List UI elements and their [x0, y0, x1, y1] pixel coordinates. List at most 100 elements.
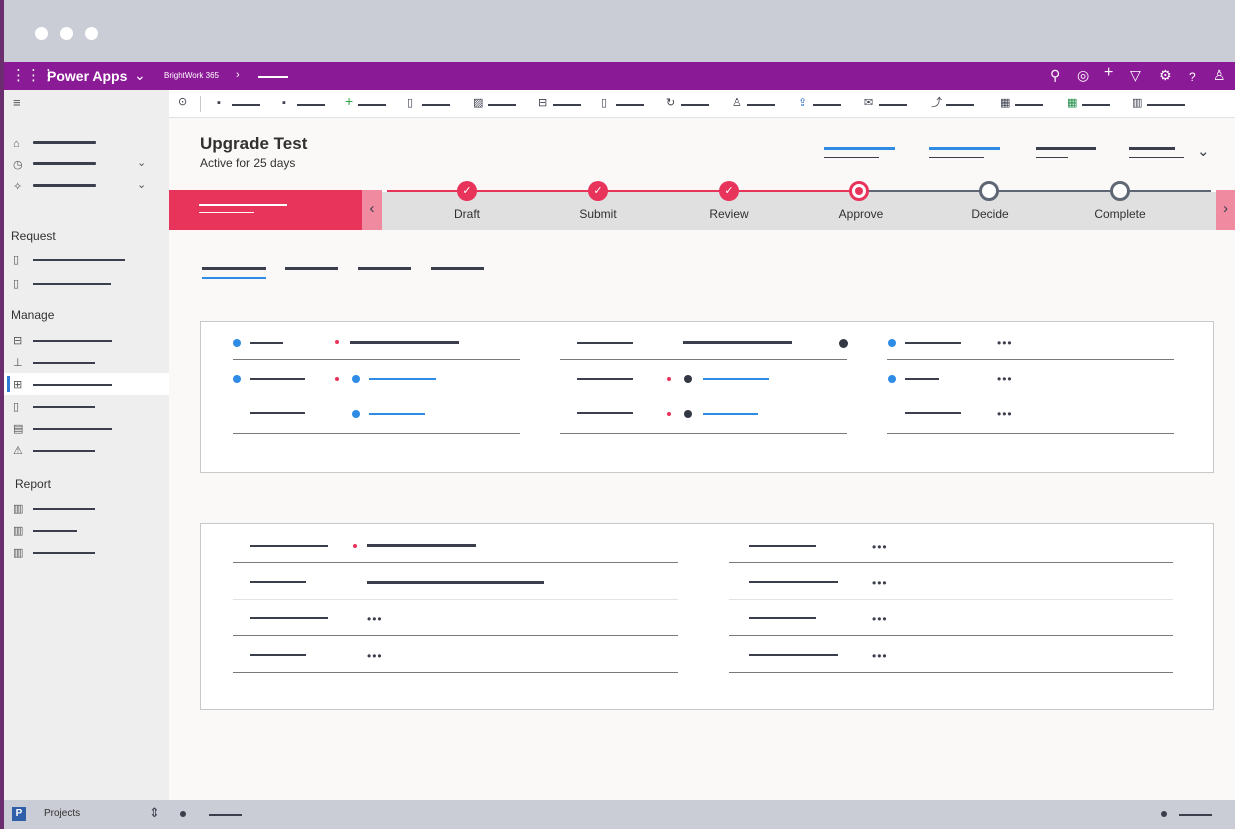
- deactivate-icon[interactable]: ▯: [407, 97, 413, 109]
- chevron-down-icon[interactable]: ⌄: [134, 67, 146, 84]
- area-badge[interactable]: P: [12, 807, 26, 821]
- refresh-button[interactable]: [681, 104, 709, 106]
- person-icon[interactable]: ♙: [1213, 67, 1226, 83]
- assign-icon[interactable]: ♙: [732, 97, 742, 109]
- tab-4[interactable]: [431, 267, 484, 270]
- structure-button[interactable]: [553, 104, 581, 106]
- field-value-ellipsis[interactable]: •••: [872, 577, 888, 589]
- sidebar-item-recent[interactable]: [33, 162, 96, 165]
- window-dot-minimize[interactable]: [60, 27, 73, 40]
- stage-complete-marker[interactable]: [1110, 181, 1130, 201]
- stage-review-marker[interactable]: ✓: [719, 181, 739, 201]
- field-value[interactable]: [350, 341, 459, 344]
- sidebar-item-manage-6[interactable]: [33, 450, 95, 452]
- breadcrumb-current[interactable]: [258, 76, 288, 78]
- field-value-ellipsis[interactable]: •••: [872, 650, 888, 662]
- sidebar-item-report-1[interactable]: [33, 508, 95, 510]
- app-name[interactable]: Power Apps: [47, 68, 127, 84]
- stage-approve-label[interactable]: Approve: [839, 207, 884, 221]
- field-value[interactable]: [367, 544, 476, 547]
- email-icon[interactable]: ✉: [864, 97, 873, 109]
- field-value-ellipsis[interactable]: •••: [367, 650, 383, 662]
- stage-decide-marker[interactable]: [979, 181, 999, 201]
- home-icon[interactable]: ⌂: [13, 138, 20, 150]
- sidebar-item-pinned[interactable]: [33, 184, 96, 187]
- lookup-link[interactable]: [703, 413, 758, 415]
- stage-approve-marker[interactable]: [849, 181, 869, 201]
- save-close-icon[interactable]: ▪: [282, 97, 286, 109]
- run-report-button[interactable]: [1147, 104, 1185, 106]
- field-value-ellipsis[interactable]: •••: [997, 373, 1013, 385]
- refresh-icon[interactable]: ↻: [666, 97, 675, 109]
- sidebar-item-manage-5[interactable]: [33, 428, 112, 430]
- plus-icon[interactable]: +: [345, 94, 353, 108]
- search-icon[interactable]: ⚲: [1050, 67, 1060, 83]
- stage-draft-label[interactable]: Draft: [454, 207, 480, 221]
- sidebar-item-manage-4[interactable]: [33, 406, 95, 408]
- chevron-down-icon[interactable]: ⌄: [1197, 142, 1210, 160]
- gear-icon[interactable]: ⚙: [1159, 67, 1172, 83]
- tab-3[interactable]: [358, 267, 411, 270]
- field-value-ellipsis[interactable]: •••: [872, 613, 888, 625]
- sidebar-item-manage-3[interactable]: [33, 384, 112, 386]
- pin-icon[interactable]: ✧: [13, 181, 22, 193]
- field-value-ellipsis[interactable]: •••: [997, 337, 1013, 349]
- email-link-button[interactable]: [879, 104, 907, 106]
- stage-decide-label[interactable]: Decide: [971, 207, 1008, 221]
- flow-icon[interactable]: ⤴: [931, 97, 942, 109]
- help-icon[interactable]: ?: [1189, 69, 1196, 85]
- plus-icon[interactable]: +: [1104, 65, 1113, 81]
- stage-submit-label[interactable]: Submit: [579, 207, 616, 221]
- chevron-down-icon[interactable]: ⌄: [137, 179, 146, 191]
- delete-button[interactable]: [616, 104, 644, 106]
- stage-complete-label[interactable]: Complete: [1094, 207, 1145, 221]
- chart-button[interactable]: [488, 104, 516, 106]
- save-button[interactable]: [232, 104, 260, 106]
- flow-button[interactable]: [946, 104, 974, 106]
- sidebar-item-report-2[interactable]: [33, 530, 77, 532]
- report-icon[interactable]: ▥: [1132, 97, 1142, 109]
- field-value-ellipsis[interactable]: •••: [872, 541, 888, 553]
- word-templates-button[interactable]: [1015, 104, 1043, 106]
- field-value[interactable]: [683, 341, 792, 344]
- chevron-down-icon[interactable]: ⌄: [137, 157, 146, 169]
- excel-templates-button[interactable]: [1082, 104, 1110, 106]
- tab-general[interactable]: [202, 267, 266, 270]
- window-dot-maximize[interactable]: [85, 27, 98, 40]
- field-value[interactable]: [367, 581, 544, 584]
- sidebar-item-manage-2[interactable]: [33, 362, 95, 364]
- lookup-link[interactable]: [369, 378, 436, 380]
- stage-submit-marker[interactable]: ✓: [588, 181, 608, 201]
- stage-draft-marker[interactable]: ✓: [457, 181, 477, 201]
- sidebar-item-request-2[interactable]: [33, 283, 111, 285]
- field-value-ellipsis[interactable]: •••: [997, 408, 1013, 420]
- share-button[interactable]: [813, 104, 841, 106]
- area-switcher-label[interactable]: Projects: [44, 808, 80, 819]
- excel-icon[interactable]: ▦: [1067, 97, 1077, 109]
- filter-icon[interactable]: ▽: [1130, 67, 1141, 83]
- clock-icon[interactable]: ◷: [13, 159, 23, 171]
- assign-button[interactable]: [747, 104, 775, 106]
- header-field-1-value[interactable]: [824, 147, 895, 150]
- save-icon[interactable]: ▪: [217, 97, 221, 109]
- sidebar-item-manage-1[interactable]: [33, 340, 112, 342]
- hamburger-icon[interactable]: ≡: [13, 96, 21, 109]
- window-dot-close[interactable]: [35, 27, 48, 40]
- sidebar-item-report-3[interactable]: [33, 552, 95, 554]
- share-icon[interactable]: ⇪: [798, 97, 807, 109]
- tab-2[interactable]: [285, 267, 338, 270]
- structure-icon[interactable]: ⊟: [538, 97, 547, 109]
- sidebar-item-request-1[interactable]: [33, 259, 125, 261]
- delete-icon[interactable]: ▯: [601, 97, 607, 109]
- save-close-button[interactable]: [297, 104, 325, 106]
- lookup-link[interactable]: [369, 413, 425, 415]
- chart-icon[interactable]: ▨: [473, 97, 483, 109]
- deactivate-button[interactable]: [422, 104, 450, 106]
- new-button[interactable]: [358, 104, 386, 106]
- lookup-link[interactable]: [703, 378, 769, 380]
- word-icon[interactable]: ▦: [1000, 97, 1010, 109]
- breadcrumb-app[interactable]: BrightWork 365: [164, 71, 219, 80]
- sidebar-item-home[interactable]: [33, 141, 96, 144]
- stage-review-label[interactable]: Review: [709, 207, 748, 221]
- area-switcher-chevron-icon[interactable]: ⇕: [149, 805, 160, 821]
